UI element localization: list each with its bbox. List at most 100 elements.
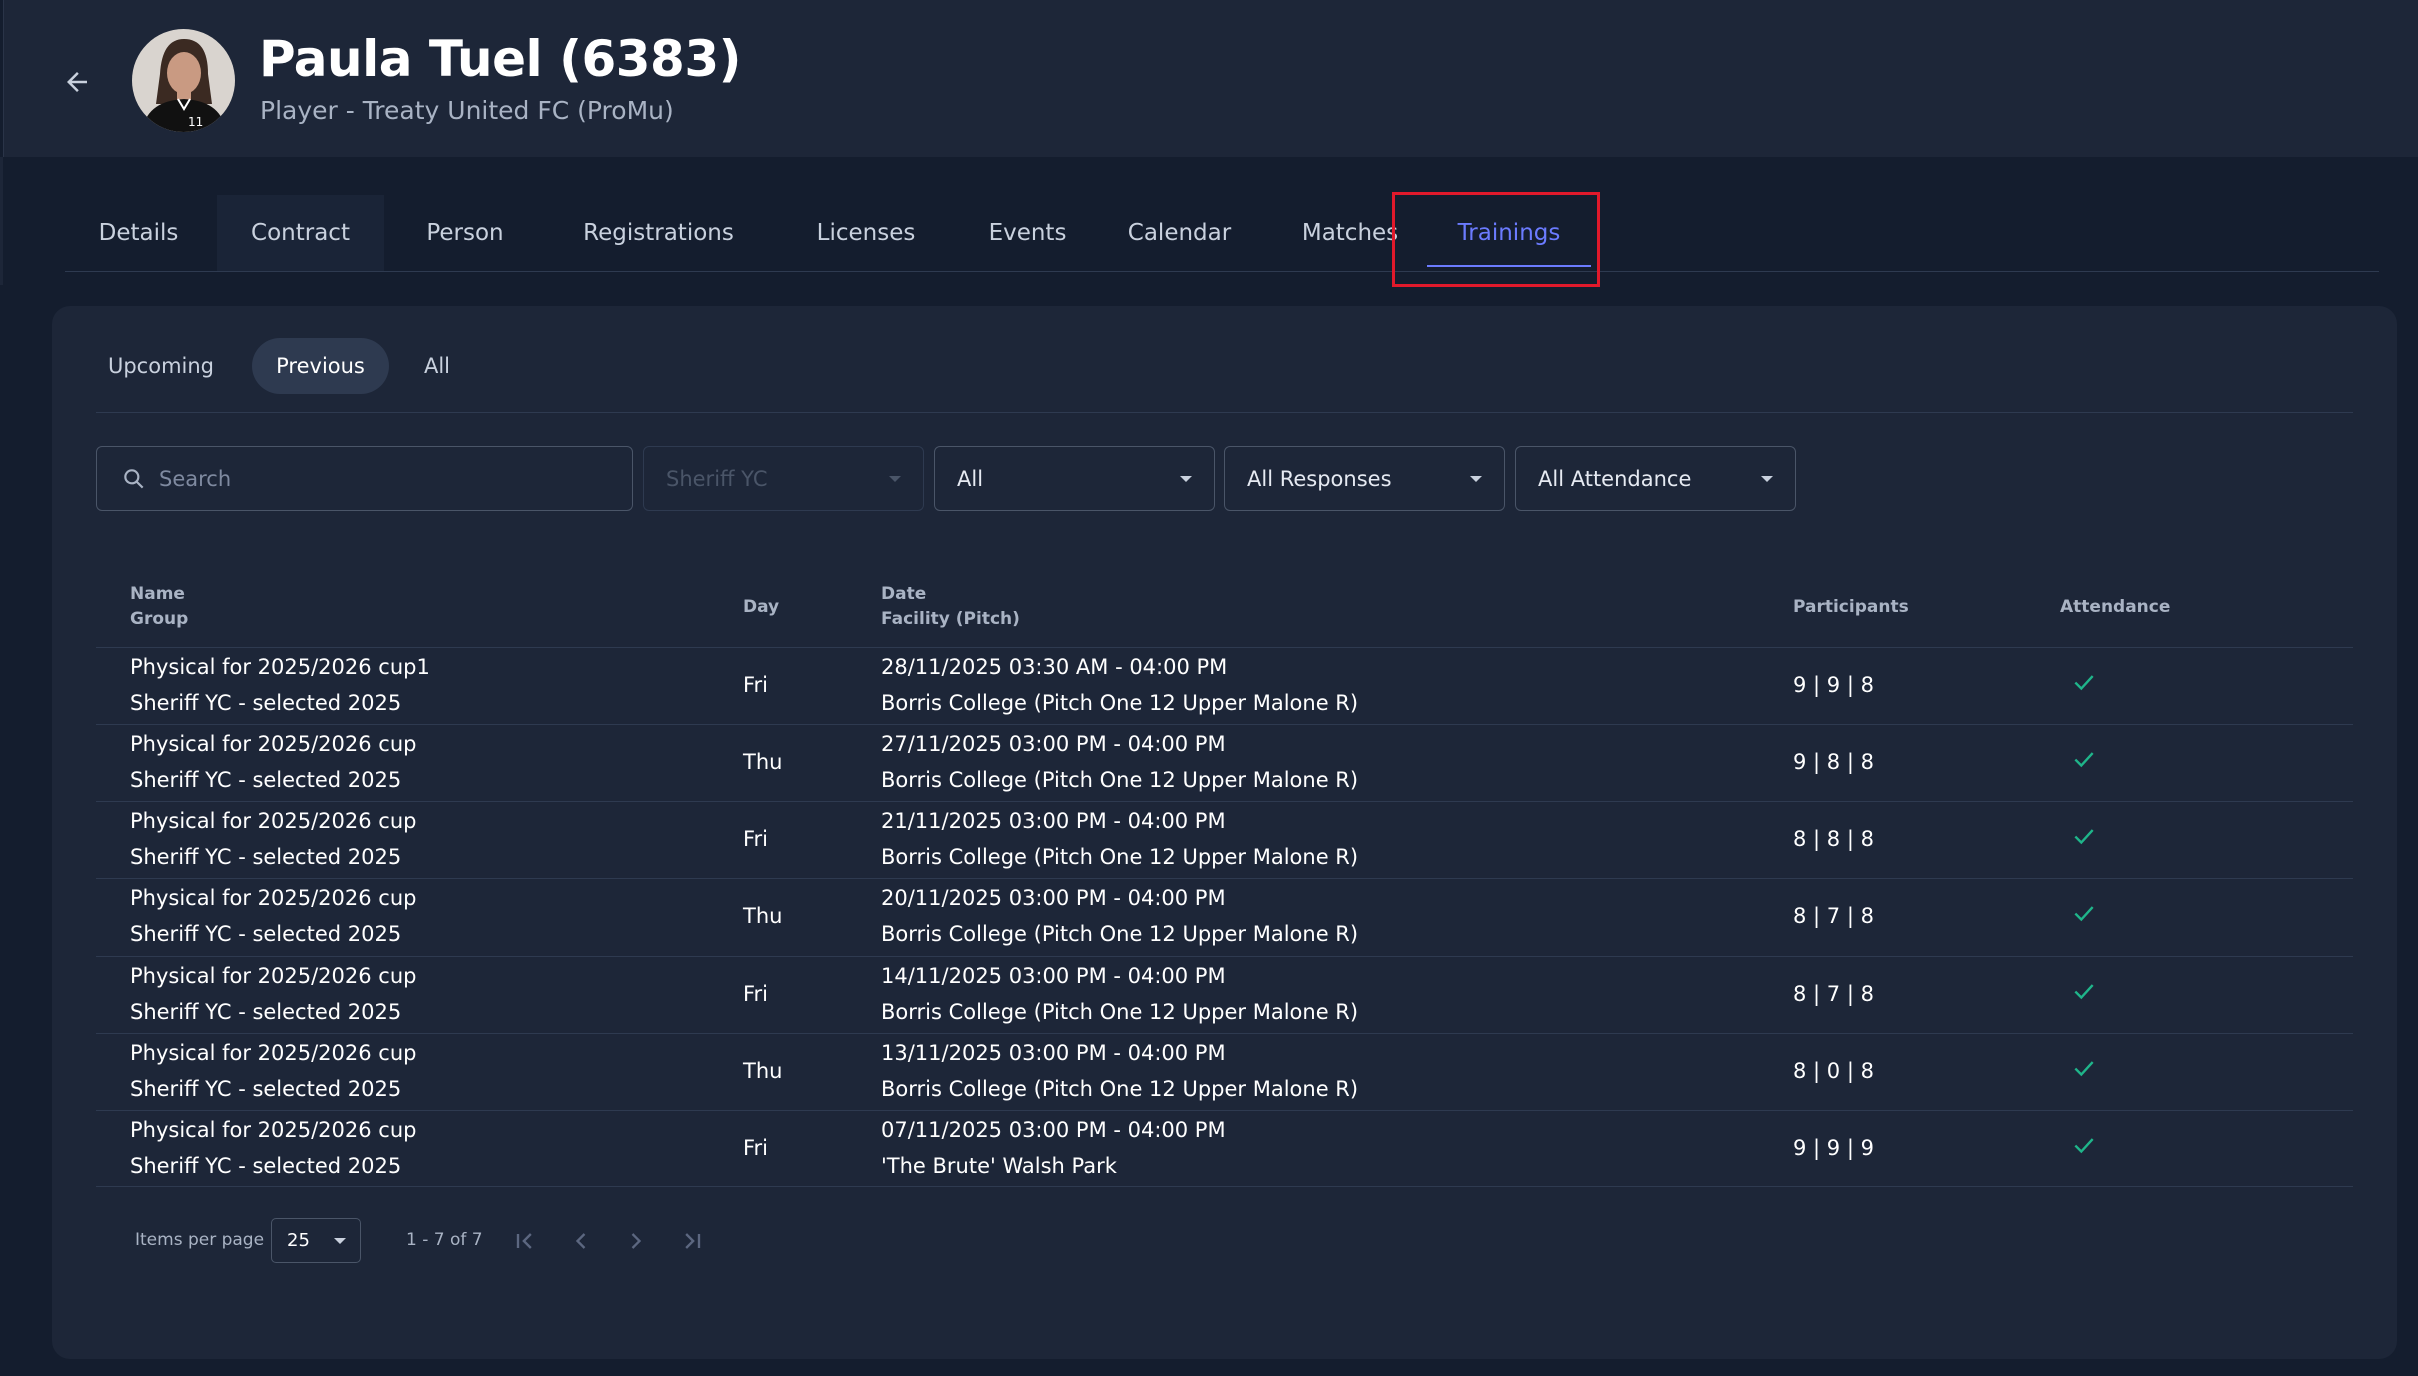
tab-calendar[interactable]: Calendar [1097,195,1262,271]
page-size-select[interactable]: 25 [271,1218,361,1263]
first-page-button[interactable] [507,1223,543,1259]
column-header-name[interactable]: Name Group [130,582,188,632]
tab-licenses[interactable]: Licenses [787,195,945,271]
team-select-value: Sheriff YC [666,466,768,491]
type-select-value: All [957,466,984,491]
check-icon [2074,906,2094,922]
table-row[interactable]: Physical for 2025/2026 cup Sheriff YC - … [96,801,2353,878]
row-group: Sheriff YC - selected 2025 [130,1154,402,1178]
row-day: Fri [743,673,769,697]
attendance-select[interactable]: All Attendance [1515,446,1796,511]
tab-events[interactable]: Events [958,195,1097,271]
tab-label: Licenses [816,220,916,246]
subtab-previous[interactable]: Previous [252,338,389,394]
chevron-down-icon [889,476,901,482]
column-header-date[interactable]: Date Facility (Pitch) [881,582,1020,632]
subtab-label: Upcoming [107,354,215,378]
page-size-value: 25 [287,1230,310,1251]
type-select[interactable]: All [934,446,1215,511]
row-name: Physical for 2025/2026 cup1 [130,655,430,679]
next-page-button[interactable] [618,1223,654,1259]
trainings-panel: Upcoming Previous All Sheriff YC All All… [52,306,2397,1359]
row-group: Sheriff YC - selected 2025 [130,691,402,715]
team-select: Sheriff YC [643,446,924,511]
check-icon [2074,1138,2094,1154]
check-icon [2074,829,2094,845]
row-day: Fri [743,827,769,851]
column-header-participants[interactable]: Participants [1793,595,1909,620]
row-participants: 8 | 8 | 8 [1793,827,1874,851]
row-name: Physical for 2025/2026 cup [130,809,417,833]
row-facility: Borris College (Pitch One 12 Upper Malon… [881,845,1359,869]
row-date: 14/11/2025 03:00 PM - 04:00 PM [881,964,1226,988]
row-facility: Borris College (Pitch One 12 Upper Malon… [881,768,1359,792]
tab-contract[interactable]: Contract [217,195,384,271]
divider [96,412,2353,413]
last-page-button[interactable] [674,1223,710,1259]
subtab-upcoming[interactable]: Upcoming [97,338,225,394]
avatar: 11 [132,29,235,132]
profile-header: 11 Paula Tuel (6383) Player - Treaty Uni… [3,0,2418,157]
row-participants: 8 | 7 | 8 [1793,904,1874,928]
row-day: Thu [743,904,783,928]
chevron-down-icon [1470,476,1482,482]
check-icon [2074,984,2094,1000]
row-facility: Borris College (Pitch One 12 Upper Malon… [881,922,1359,946]
table-row[interactable]: Physical for 2025/2026 cup Sheriff YC - … [96,956,2353,1033]
table-row[interactable]: Physical for 2025/2026 cup Sheriff YC - … [96,1033,2353,1110]
header-attendance-label: Attendance [2060,597,2171,617]
tab-label: Contract [251,220,350,246]
search-icon [124,468,144,488]
row-date: 21/11/2025 03:00 PM - 04:00 PM [881,809,1226,833]
column-header-attendance[interactable]: Attendance [2060,595,2170,620]
subtab-all[interactable]: All [404,338,470,394]
header-facility-label: Facility (Pitch) [881,609,1020,629]
tab-label: Events [988,220,1067,246]
row-name: Physical for 2025/2026 cup [130,964,417,988]
search-input[interactable] [157,465,561,492]
header-participants-label: Participants [1793,597,1909,617]
tab-details[interactable]: Details [88,195,189,271]
row-name: Physical for 2025/2026 cup [130,1041,417,1065]
page-range-label: 1 - 7 of 7 [406,1230,483,1250]
back-button[interactable] [52,57,102,107]
chevron-down-icon [1180,476,1192,482]
row-day: Fri [743,1136,769,1160]
table-row[interactable]: Physical for 2025/2026 cup1 Sheriff YC -… [96,647,2353,724]
row-group: Sheriff YC - selected 2025 [130,922,402,946]
tab-label: Calendar [1127,220,1232,246]
row-participants: 9 | 9 | 9 [1793,1136,1874,1160]
responses-select[interactable]: All Responses [1224,446,1505,511]
row-date: 20/11/2025 03:00 PM - 04:00 PM [881,886,1226,910]
chevron-down-icon [1761,476,1773,482]
responses-select-value: All Responses [1247,466,1392,491]
row-group: Sheriff YC - selected 2025 [130,768,402,792]
row-participants: 8 | 7 | 8 [1793,982,1874,1006]
first-page-icon [516,1233,532,1249]
check-icon [2074,675,2094,691]
tab-label: Registrations [583,220,734,246]
row-day: Thu [743,1059,783,1083]
row-participants: 9 | 8 | 8 [1793,750,1874,774]
row-group: Sheriff YC - selected 2025 [130,845,402,869]
row-day: Fri [743,982,769,1006]
items-per-page-label: Items per page [135,1230,265,1250]
tab-registrations[interactable]: Registrations [552,195,765,271]
previous-page-button[interactable] [563,1223,599,1259]
row-date: 28/11/2025 03:30 AM - 04:00 PM [881,655,1228,679]
arrow-left-icon [67,72,87,92]
tab-label: Person [426,220,504,246]
tab-person[interactable]: Person [400,195,530,271]
row-facility: Borris College (Pitch One 12 Upper Malon… [881,1077,1359,1101]
table-row[interactable]: Physical for 2025/2026 cup Sheriff YC - … [96,724,2353,801]
table-row[interactable]: Physical for 2025/2026 cup Sheriff YC - … [96,878,2353,955]
column-header-day[interactable]: Day [743,595,779,620]
search-field[interactable] [96,446,633,511]
header-group-label: Group [130,609,189,629]
row-participants: 9 | 9 | 8 [1793,673,1874,697]
tab-label: Matches [1301,220,1399,246]
header-date-label: Date [881,584,927,604]
table-row[interactable]: Physical for 2025/2026 cup Sheriff YC - … [96,1110,2353,1187]
row-name: Physical for 2025/2026 cup [130,732,417,756]
row-facility: Borris College (Pitch One 12 Upper Malon… [881,1000,1359,1024]
